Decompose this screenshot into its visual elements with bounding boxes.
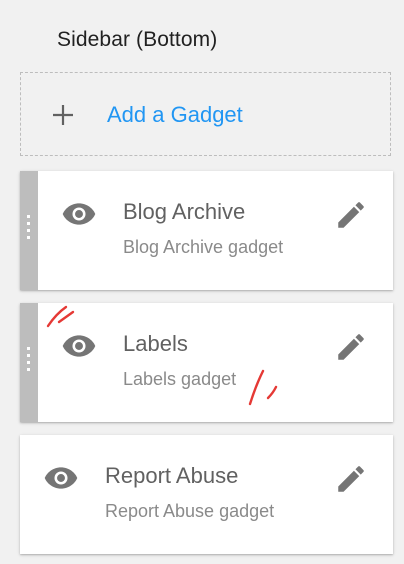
gadget-subtitle: Labels gadget [123, 369, 237, 389]
gadget-card-labels: Labels Labels gadget [20, 303, 393, 422]
section-title: Sidebar (Bottom) [57, 28, 218, 51]
pencil-icon[interactable] [334, 198, 368, 232]
plus-icon [53, 105, 73, 125]
pencil-icon[interactable] [334, 330, 368, 364]
drag-handle[interactable] [20, 303, 38, 422]
add-gadget-button[interactable]: Add a Gadget [20, 72, 391, 156]
eye-icon[interactable] [44, 466, 78, 490]
gadget-subtitle: Blog Archive gadget [123, 237, 284, 257]
eye-icon[interactable] [62, 334, 96, 358]
gadget-subtitle: Report Abuse gadget [105, 501, 275, 521]
eye-icon[interactable] [62, 202, 96, 226]
drag-dots-icon [27, 215, 31, 245]
gadget-title: Labels [123, 331, 188, 356]
gadget-title: Blog Archive [123, 199, 246, 224]
gadget-card-blog-archive: Blog Archive Blog Archive gadget [20, 171, 393, 290]
drag-handle[interactable] [20, 171, 38, 290]
gadget-card-report-abuse: Report Abuse Report Abuse gadget [20, 435, 393, 554]
drag-dots-icon [27, 347, 31, 377]
pencil-icon[interactable] [334, 462, 368, 496]
gadget-title: Report Abuse [105, 463, 239, 488]
layout-panel: Sidebar (Bottom) Add a Gadget Blog Archi… [0, 0, 404, 564]
add-gadget-label: Add a Gadget [107, 102, 243, 127]
